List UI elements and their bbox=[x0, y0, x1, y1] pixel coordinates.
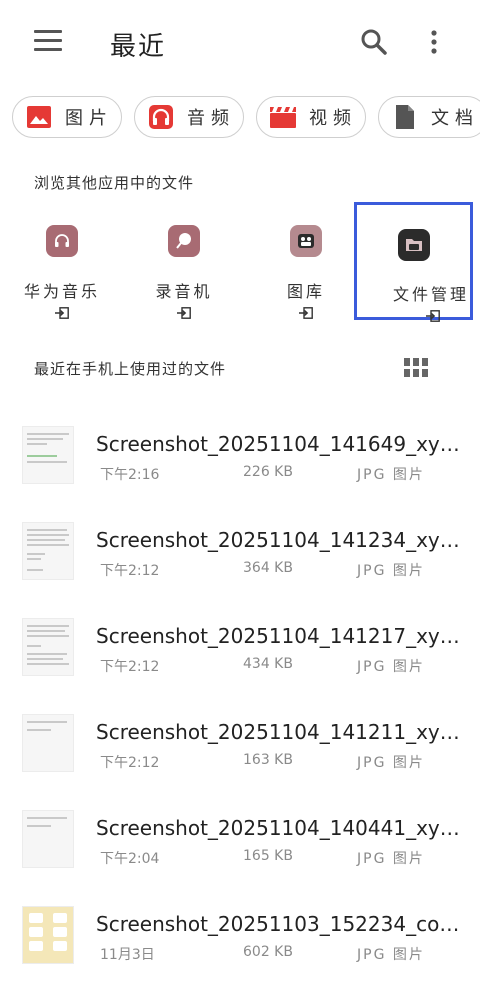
file-thumbnail bbox=[22, 714, 74, 772]
grid-view-icon[interactable] bbox=[404, 358, 428, 378]
page-title: 最近 bbox=[110, 32, 167, 62]
top-app-bar: 最近 bbox=[0, 0, 480, 86]
recorder-icon bbox=[168, 225, 200, 257]
file-type: JPG 图片 bbox=[357, 755, 425, 771]
gallery-icon bbox=[290, 225, 322, 257]
other-apps-row: 华为音乐 录音机 图库 文件管理 bbox=[0, 200, 480, 322]
chip-documents[interactable]: 文档 bbox=[378, 96, 480, 138]
file-thumbnail bbox=[22, 618, 74, 676]
music-icon bbox=[46, 225, 78, 257]
app-recorder[interactable]: 录音机 bbox=[129, 200, 239, 319]
chip-images[interactable]: 图片 bbox=[12, 96, 122, 138]
file-row[interactable]: Screenshot_20251103_152234_com.ten… 11月3… bbox=[0, 880, 480, 976]
document-icon bbox=[391, 104, 419, 130]
chip-label: 图片 bbox=[65, 108, 113, 129]
file-time: 下午2:16 bbox=[100, 467, 160, 483]
file-row[interactable]: Screenshot_20251104_141234_xyz.aet… 下午2:… bbox=[0, 496, 480, 592]
file-time: 下午2:12 bbox=[100, 755, 160, 771]
chip-audio[interactable]: 音频 bbox=[134, 96, 244, 138]
file-row[interactable]: Screenshot_20251104_141217_xyz.aeth… 下午2… bbox=[0, 592, 480, 688]
chip-label: 视频 bbox=[309, 108, 357, 129]
file-row[interactable]: Screenshot_20251104_140441_xyz.aet… 下午2:… bbox=[0, 784, 480, 880]
open-external-icon bbox=[55, 304, 69, 319]
file-type: JPG 图片 bbox=[357, 563, 425, 579]
file-size: 434 KB bbox=[243, 656, 293, 672]
file-size: 602 KB bbox=[243, 944, 293, 960]
file-time: 下午2:04 bbox=[100, 851, 160, 867]
file-thumbnail bbox=[22, 522, 74, 580]
file-thumbnail bbox=[22, 906, 74, 964]
file-size: 165 KB bbox=[243, 848, 293, 864]
file-name: Screenshot_20251104_140441_xyz.aet… bbox=[96, 816, 468, 840]
image-icon bbox=[25, 104, 53, 130]
app-label: 文件管理 bbox=[393, 285, 470, 304]
clapperboard-icon bbox=[269, 104, 297, 130]
section-header-recent-files: 最近在手机上使用过的文件 bbox=[34, 360, 227, 378]
file-size: 226 KB bbox=[243, 464, 293, 480]
more-options-icon[interactable] bbox=[424, 28, 444, 56]
folder-icon bbox=[397, 229, 430, 261]
menu-icon[interactable] bbox=[34, 30, 62, 54]
file-name: Screenshot_20251103_152234_com.ten… bbox=[96, 912, 468, 936]
section-header-browse-apps: 浏览其他应用中的文件 bbox=[34, 174, 195, 192]
category-chips: 图片 音频 视频 文档 bbox=[0, 96, 480, 140]
app-gallery[interactable]: 图库 bbox=[251, 200, 361, 319]
app-huawei-music[interactable]: 华为音乐 bbox=[7, 200, 117, 319]
app-label: 图库 bbox=[286, 282, 325, 301]
file-type: JPG 图片 bbox=[357, 659, 425, 675]
file-time: 下午2:12 bbox=[100, 659, 160, 675]
file-type: JPG 图片 bbox=[357, 467, 425, 483]
file-time: 下午2:12 bbox=[100, 563, 160, 579]
app-label: 华为音乐 bbox=[23, 282, 100, 301]
search-icon[interactable] bbox=[360, 28, 388, 56]
file-row[interactable]: Screenshot_20251104_141211_xyz.aeth… 下午2… bbox=[0, 688, 480, 784]
open-external-icon bbox=[177, 304, 191, 319]
file-row[interactable]: Screenshot_20251104_141649_xyz.aeth… 下午2… bbox=[0, 400, 480, 496]
file-size: 364 KB bbox=[243, 560, 293, 576]
open-external-icon bbox=[425, 307, 440, 322]
chip-video[interactable]: 视频 bbox=[256, 96, 366, 138]
file-thumbnail bbox=[22, 426, 74, 484]
app-label: 录音机 bbox=[155, 282, 213, 301]
file-name: Screenshot_20251104_141234_xyz.aet… bbox=[96, 528, 468, 552]
file-size: 163 KB bbox=[243, 752, 293, 768]
file-name: Screenshot_20251104_141211_xyz.aeth… bbox=[96, 720, 468, 744]
file-thumbnail bbox=[22, 810, 74, 868]
app-file-manager[interactable]: 文件管理 bbox=[354, 202, 473, 322]
file-type: JPG 图片 bbox=[357, 947, 425, 963]
open-external-icon bbox=[299, 304, 313, 319]
file-name: Screenshot_20251104_141217_xyz.aeth… bbox=[96, 624, 468, 648]
file-time: 11月3日 bbox=[100, 947, 155, 963]
chip-label: 文档 bbox=[431, 108, 479, 129]
file-type: JPG 图片 bbox=[357, 851, 425, 867]
chip-label: 音频 bbox=[187, 108, 235, 129]
headphones-icon bbox=[147, 104, 175, 130]
file-name: Screenshot_20251104_141649_xyz.aeth… bbox=[96, 432, 468, 456]
